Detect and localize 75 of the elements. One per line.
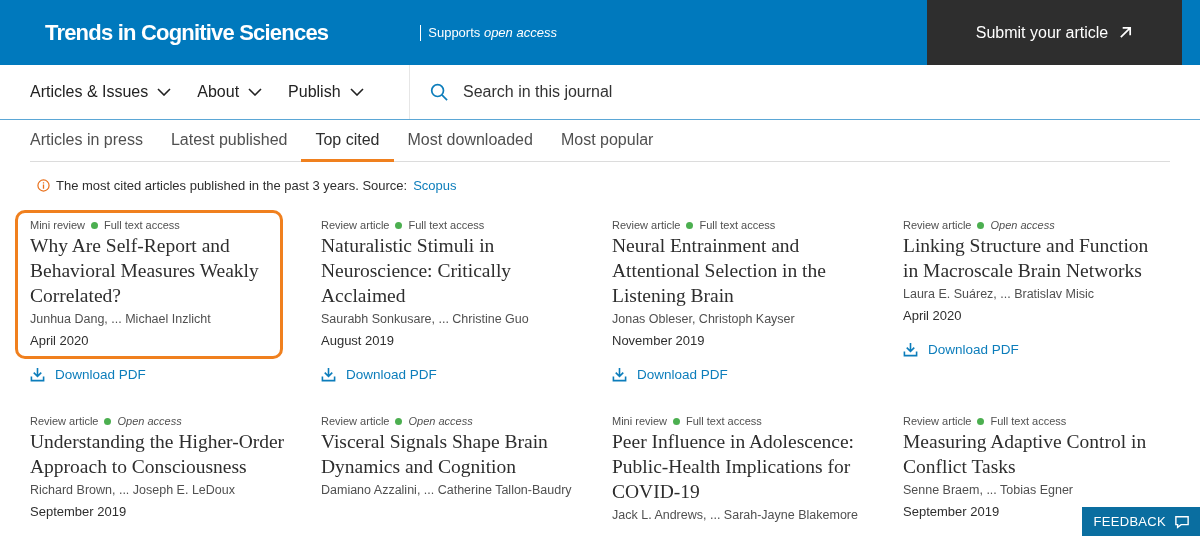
article-authors: Richard Brown, ... Joseph E. LeDoux [30, 482, 236, 499]
access-label: Open access [408, 415, 473, 427]
article-date: April 2020 [903, 307, 962, 325]
article-type: Mini review [612, 415, 667, 427]
access-label: Full text access [990, 415, 1067, 427]
status-dot [104, 417, 112, 425]
submit-article-button[interactable]: Submit your article [927, 0, 1182, 65]
notice-text: The most cited articles published in the past 3 years. Source: [56, 178, 408, 193]
article-title[interactable]: Naturalistic Stimuli in Neuroscience: Critically Acclaimed [321, 233, 585, 308]
info-icon [37, 179, 50, 192]
download-pdf-link[interactable]: Download PDF [30, 367, 146, 382]
status-dot [673, 417, 680, 425]
chevron-down-icon [157, 88, 172, 96]
nav-menu[interactable]: Publish [288, 83, 364, 101]
article-title[interactable]: Peer Influence in Adolescence: Public-Health Implications for COVID-19 [612, 429, 876, 504]
nav-menu[interactable]: About [197, 83, 263, 101]
scopus-link[interactable]: Scopus [413, 178, 457, 193]
access-label: Full text access [686, 415, 762, 427]
status-dot [395, 417, 403, 425]
download-pdf-link[interactable]: Download PDF [612, 367, 728, 382]
article-date: September 2019 [30, 503, 127, 521]
status-dot [977, 417, 985, 425]
article-title[interactable]: Neural Entrainment and Attentional Selection in the Listening Brain [612, 233, 876, 308]
access-label: Open access [990, 219, 1055, 231]
article-type: Review article [321, 415, 390, 427]
arrow-up-right-icon [1118, 25, 1134, 40]
status-dot [395, 221, 403, 229]
download-pdf-link[interactable]: Download PDF [903, 342, 1019, 357]
status-dot [977, 221, 985, 229]
access-label: Full text access [408, 219, 485, 231]
chevron-down-icon [349, 88, 364, 96]
article-type: Review article [903, 219, 972, 231]
nav-menu[interactable]: Articles & Issues [30, 83, 172, 101]
chevron-down-icon [248, 88, 263, 96]
article-type: Review article [612, 219, 681, 231]
tab[interactable]: Most popular [546, 120, 668, 162]
article-authors: Jonas Obleser, Christoph Kayser [612, 311, 796, 328]
tab[interactable]: Articles in press [30, 120, 157, 162]
article-title[interactable]: Understanding the Higher-Order Approach to Consciousness [30, 429, 294, 479]
article-date: November 2019 [612, 332, 705, 350]
article-title[interactable]: Linking Structure and Function in Macroscale Brain Networks [903, 233, 1167, 283]
article-date: August 2019 [321, 332, 394, 350]
feedback-button[interactable]: FEEDBACK [1081, 507, 1200, 536]
tab[interactable]: Latest published [156, 120, 302, 162]
article-date: September 2019 [903, 503, 1000, 521]
download-pdf-link[interactable]: Download PDF [321, 367, 437, 382]
download-icon [321, 367, 336, 382]
status-dot [686, 221, 694, 229]
speech-bubble-icon [1174, 514, 1190, 529]
article-date: April 2020 [30, 332, 89, 350]
status-dot [91, 221, 98, 229]
article-authors: Jack L. Andrews, ... Sarah-Jayne Blakemore [612, 507, 859, 524]
download-icon [612, 367, 627, 382]
article-authors: Laura E. Suárez, ... Bratislav Misic [903, 286, 1096, 303]
tab[interactable]: Most downloaded [393, 120, 547, 162]
search-icon[interactable] [430, 82, 449, 102]
article-type: Review article [321, 219, 390, 231]
access-label: Open access [117, 415, 182, 427]
article-authors: Junhua Dang, ... Michael Inzlicht [30, 311, 212, 328]
article-authors: Damiano Azzalini, ... Catherine Tallon-Baudry [321, 482, 573, 499]
article-type: Review article [30, 415, 99, 427]
article-title[interactable]: Visceral Signals Shape Brain Dynamics and Cognition [321, 429, 585, 479]
access-label: Full text access [699, 219, 776, 231]
article-authors: Senne Braem, ... Tobias Egner [903, 482, 1074, 499]
download-icon [30, 367, 45, 382]
article-type: Review article [903, 415, 972, 427]
tagline: Supports open access [420, 24, 557, 41]
article-title[interactable]: Measuring Adaptive Control in Conflict Tasks [903, 429, 1167, 479]
tab[interactable]: Top cited [301, 120, 394, 162]
article-authors: Saurabh Sonkusare, ... Christine Guo [321, 311, 530, 328]
journal-title[interactable]: Trends in Cognitive Sciences [45, 19, 329, 46]
access-label: Full text access [104, 219, 180, 231]
article-type: Mini review [30, 219, 85, 231]
download-icon [903, 342, 918, 357]
article-title[interactable]: Why Are Self-Report and Behavioral Measures Weakly Correlated? [30, 233, 268, 308]
